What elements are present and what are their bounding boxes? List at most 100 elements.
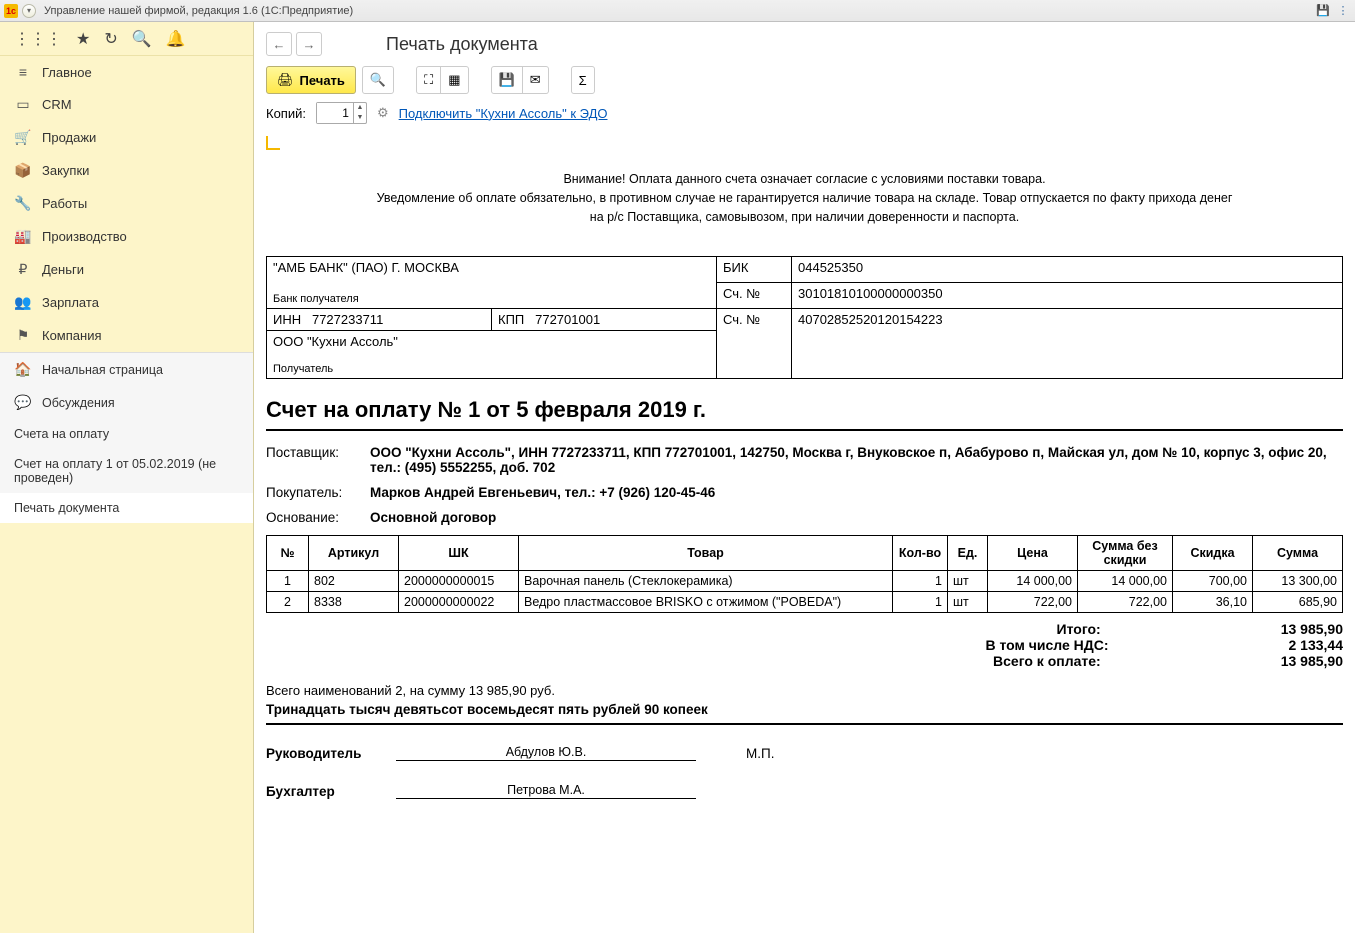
settings-icon[interactable]: ⚙ bbox=[377, 105, 389, 121]
layout-button[interactable]: ▦ bbox=[441, 66, 468, 94]
head-role: Руководитель bbox=[266, 746, 396, 761]
sidebar-item-icon: 💬 bbox=[14, 394, 32, 411]
col-price: Цена bbox=[988, 536, 1078, 571]
summary-line: Всего наименований 2, на сумму 13 985,90… bbox=[266, 683, 1343, 698]
apps-icon[interactable]: ⋮⋮⋮ bbox=[14, 29, 62, 49]
items-table: № Артикул ШК Товар Кол-во Ед. Цена Сумма… bbox=[266, 535, 1343, 613]
document-title: Счет на оплату № 1 от 5 февраля 2019 г. bbox=[266, 397, 1343, 423]
sidebar-item[interactable]: ₽Деньги bbox=[0, 253, 253, 286]
inn-label: ИНН bbox=[273, 312, 301, 327]
total-nds: 2 133,44 bbox=[1289, 637, 1344, 653]
sidebar: ⋮⋮⋮ ★ ↻ 🔍 🔔 ≡ Главное ▭CRM 🛒 Продажи 📦 Закупки… bbox=[0, 22, 254, 933]
title-bar: 1c ▾ Управление нашей фирмой, редакция 1… bbox=[0, 0, 1355, 22]
window-title: Управление нашей фирмой, редакция 1.6 (1… bbox=[44, 5, 353, 17]
preview-button[interactable]: 🔍 bbox=[362, 66, 394, 94]
sidebar-item-icon: 🏠 bbox=[14, 361, 32, 378]
sidebar-item-label: Начальная страница bbox=[42, 363, 163, 377]
bik-value: 044525350 bbox=[792, 257, 1343, 283]
sidebar-item-icon: ⚑ bbox=[14, 327, 32, 344]
account2-value: 40702852520120154223 bbox=[792, 309, 1343, 379]
star-icon[interactable]: ★ bbox=[76, 29, 90, 49]
page-title: Печать документа bbox=[386, 34, 538, 55]
sidebar-item[interactable]: 📦 Закупки bbox=[0, 154, 253, 187]
app-logo-icon: 1c bbox=[4, 4, 18, 18]
print-button[interactable]: 🖨 Печать bbox=[266, 66, 356, 94]
print-button-label: Печать bbox=[300, 73, 345, 88]
table-row: 283382000000000022Ведро пластмассовое BR… bbox=[267, 592, 1343, 613]
col-barcode: ШК bbox=[399, 536, 519, 571]
org-name: ООО "Кухни Ассоль" bbox=[273, 334, 710, 349]
sidebar-item[interactable]: ⚑ Компания bbox=[0, 319, 253, 352]
bik-label: БИК bbox=[717, 257, 792, 283]
sidebar-item[interactable]: 🔧Работы bbox=[0, 187, 253, 220]
sidebar-item[interactable]: 🛒 Продажи bbox=[0, 121, 253, 154]
app-menu-dropdown-icon[interactable]: ▾ bbox=[22, 4, 36, 18]
sidebar-item[interactable]: 🏭 Производство bbox=[0, 220, 253, 253]
kpp-label: КПП bbox=[498, 312, 524, 327]
zoom-doc-icon: 🔍 bbox=[370, 72, 386, 88]
totals-block: Итого:13 985,90 В том числе НДС:2 133,44… bbox=[266, 621, 1343, 669]
more-icon[interactable]: ⋮ bbox=[1335, 3, 1351, 19]
edo-link[interactable]: Подключить "Кухни Ассоль" к ЭДО bbox=[399, 106, 608, 121]
sidebar-item-label: Продажи bbox=[42, 130, 96, 145]
buyer-label: Покупатель: bbox=[266, 485, 370, 500]
sidebar-item-label: Производство bbox=[42, 229, 127, 244]
nav-forward-button[interactable]: → bbox=[296, 32, 322, 56]
sidebar-item-label: Зарплата bbox=[42, 295, 99, 310]
copies-input[interactable] bbox=[317, 103, 353, 123]
signature-head-row: Руководитель Абдулов Ю.В. М.П. bbox=[266, 745, 1343, 761]
col-discount: Скидка bbox=[1173, 536, 1253, 571]
history-icon[interactable]: ↻ bbox=[104, 29, 117, 49]
sidebar-item-icon: 📦 bbox=[14, 162, 32, 179]
sidebar-item[interactable]: Счета на оплату bbox=[0, 419, 253, 449]
sidebar-item[interactable]: 💬 Обсуждения bbox=[0, 386, 253, 419]
notice-line: на р/с Поставщика, самовывозом, при нали… bbox=[315, 208, 1295, 227]
email-button[interactable]: ✉ bbox=[523, 66, 549, 94]
sum-button[interactable]: Σ bbox=[571, 66, 595, 94]
supplier-label: Поставщик: bbox=[266, 445, 370, 475]
sidebar-toolbar: ⋮⋮⋮ ★ ↻ 🔍 🔔 bbox=[0, 22, 253, 56]
sidebar-item[interactable]: Печать документа bbox=[0, 493, 253, 523]
sidebar-item[interactable]: ▭CRM bbox=[0, 88, 253, 121]
sidebar-item-icon: 🛒 bbox=[14, 129, 32, 146]
doc-corner-marker bbox=[266, 136, 280, 150]
sidebar-item[interactable]: 👥Зарплата bbox=[0, 286, 253, 319]
sidebar-item[interactable]: 🏠 Начальная страница bbox=[0, 353, 253, 386]
total-pay-label: Всего к оплате: bbox=[901, 653, 1101, 669]
buyer-value: Марков Андрей Евгеньевич, тел.: +7 (926)… bbox=[370, 485, 1343, 500]
bank-recipient-label: Банк получателя bbox=[273, 293, 710, 305]
nav-back-button[interactable]: ← bbox=[266, 32, 292, 56]
basis-value: Основной договор bbox=[370, 510, 1343, 525]
sidebar-item[interactable]: Счет на оплату 1 от 05.02.2019 (не прове… bbox=[0, 449, 253, 493]
sidebar-item-label: Обсуждения bbox=[42, 396, 115, 410]
bank-name: "АМБ БАНК" (ПАО) Г. МОСКВА bbox=[273, 260, 710, 275]
sidebar-item-label: Компания bbox=[42, 328, 102, 343]
fit-button[interactable]: ⛶ bbox=[416, 66, 441, 94]
head-name: Абдулов Ю.В. bbox=[396, 745, 696, 761]
sidebar-item-icon: 🏭 bbox=[14, 228, 32, 245]
col-sum-nodisc: Сумма без скидки bbox=[1078, 536, 1173, 571]
sidebar-item-label: Счета на оплату bbox=[14, 427, 109, 441]
col-unit: Ед. bbox=[948, 536, 988, 571]
save-icon[interactable]: 💾 bbox=[1315, 3, 1331, 19]
main-content: ← → Печать документа 🖨 Печать 🔍 ⛶ ▦ 💾 ✉ … bbox=[254, 22, 1355, 933]
sidebar-item[interactable]: ≡ Главное bbox=[0, 56, 253, 88]
account-label: Сч. № bbox=[717, 283, 792, 309]
sidebar-item-icon: ≡ bbox=[14, 64, 32, 80]
sidebar-item-label: Закупки bbox=[42, 163, 89, 178]
copies-spinner[interactable]: ▲▼ bbox=[316, 102, 367, 124]
layout-icon: ▦ bbox=[448, 72, 460, 88]
save-button[interactable]: 💾 bbox=[491, 66, 523, 94]
spinner-up-icon[interactable]: ▲ bbox=[354, 103, 366, 113]
sidebar-item-label: Деньги bbox=[42, 262, 84, 277]
total-pay: 13 985,90 bbox=[1281, 653, 1343, 669]
spinner-down-icon[interactable]: ▼ bbox=[354, 113, 366, 123]
diskette-icon: 💾 bbox=[499, 72, 515, 88]
search-icon[interactable]: 🔍 bbox=[132, 29, 152, 49]
bell-icon[interactable]: 🔔 bbox=[166, 29, 186, 49]
kpp-value: 772701001 bbox=[535, 312, 600, 327]
sidebar-item-label: Главное bbox=[42, 65, 92, 80]
sidebar-item-icon: 🔧 bbox=[14, 195, 32, 212]
sidebar-item-label: CRM bbox=[42, 97, 72, 112]
total-itogo-label: Итого: bbox=[901, 621, 1101, 637]
